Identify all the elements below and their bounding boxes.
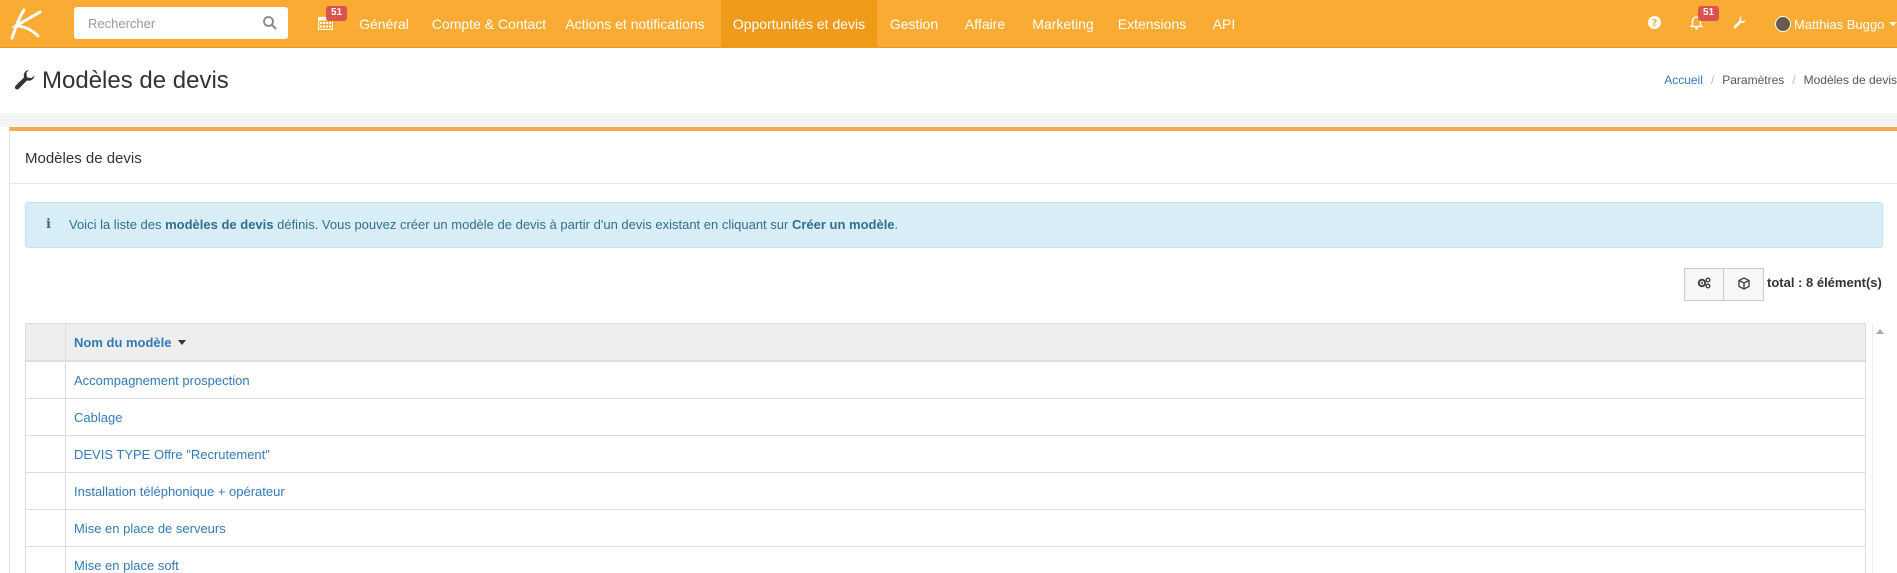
breadcrumb-separator: / <box>1792 73 1796 87</box>
column-settings-button[interactable] <box>1684 268 1724 301</box>
template-link[interactable]: Accompagnement prospection <box>74 362 250 398</box>
row-select-cell <box>26 399 66 435</box>
info-icon: i <box>46 217 51 232</box>
column-header-nom-modele[interactable]: Nom du modèle <box>74 324 186 360</box>
row-select-cell <box>26 473 66 509</box>
nav-affaire[interactable]: Affaire <box>953 0 1017 48</box>
nav-extensions[interactable]: Extensions <box>1114 0 1190 48</box>
wrench-icon <box>1733 15 1747 33</box>
scroll-up-icon[interactable] <box>1876 329 1884 334</box>
question-circle-icon: ? <box>1647 16 1661 32</box>
table-toolbar <box>1684 268 1764 301</box>
content-background <box>0 113 1897 127</box>
row-select-cell <box>26 547 66 573</box>
breadcrumb-separator: / <box>1710 73 1715 87</box>
search-input[interactable] <box>74 7 254 39</box>
templates-table: Nom du modèle Accompagnement prospection… <box>25 323 1866 573</box>
panel-heading: Modèles de devis <box>10 131 1897 184</box>
breadcrumb-accueil[interactable]: Accueil <box>1664 73 1703 87</box>
nav-opportunites-devis[interactable]: Opportunités et devis <box>721 0 877 48</box>
template-link[interactable]: Installation téléphonique + opérateur <box>74 473 285 509</box>
nav-marketing[interactable]: Marketing <box>1024 0 1102 48</box>
row-select-cell <box>26 510 66 546</box>
template-link[interactable]: Cablage <box>74 399 122 435</box>
table-row: Cablage <box>26 399 1865 436</box>
table-row: Mise en place de serveurs <box>26 510 1865 547</box>
sort-desc-icon <box>177 339 186 345</box>
cube-icon <box>1737 276 1750 293</box>
page-header: Modèles de devis Accueil / Paramètres / Modè… <box>0 49 1897 113</box>
user-name: Matthias Buggo <box>1794 16 1885 32</box>
nav-api[interactable]: API <box>1203 0 1245 48</box>
breadcrumb-current: Modèles de devis <box>1803 73 1897 87</box>
template-link[interactable]: Mise en place de serveurs <box>74 510 226 546</box>
table-header: Nom du modèle <box>26 324 1865 362</box>
template-link[interactable]: Mise en place soft <box>74 547 179 573</box>
template-link[interactable]: DEVIS TYPE Offre "Recrutement" <box>74 436 270 472</box>
templates-panel: Modèles de devis i Voici la liste des mo… <box>9 127 1897 573</box>
nav-actions-notifications[interactable]: Actions et notifications <box>558 0 712 48</box>
info-text: Voici la liste des modèles de devis défi… <box>69 217 899 232</box>
table-row: Mise en place soft <box>26 547 1865 573</box>
table-row: DEVIS TYPE Offre "Recrutement" <box>26 436 1865 473</box>
table-scrollbar[interactable] <box>1872 323 1886 573</box>
page-title: Modèles de devis <box>14 67 229 95</box>
export-button[interactable] <box>1724 268 1764 301</box>
page-title-text: Modèles de devis <box>42 67 229 94</box>
breadcrumb: Accueil / Paramètres / Modèles de devis <box>1664 73 1897 87</box>
settings-button[interactable] <box>1730 0 1750 48</box>
wrench-icon <box>14 70 36 92</box>
search-icon[interactable] <box>262 15 278 31</box>
table-row: Installation téléphonique + opérateur <box>26 473 1865 510</box>
search-box <box>74 7 288 39</box>
avatar <box>1775 16 1791 32</box>
logo-icon[interactable] <box>6 6 46 42</box>
total-count: total : 8 élément(s) <box>1767 275 1882 290</box>
svg-text:?: ? <box>1651 18 1657 29</box>
info-alert: i Voici la liste des modèles de devis dé… <box>25 202 1883 248</box>
chevron-down-icon <box>1889 22 1897 26</box>
help-button[interactable]: ? <box>1644 0 1664 48</box>
table-row: Accompagnement prospection <box>26 362 1865 399</box>
panel-title: Modèles de devis <box>25 150 142 167</box>
calendar-badge: 51 <box>326 6 348 21</box>
nav-gestion[interactable]: Gestion <box>881 0 947 48</box>
gears-icon <box>1697 277 1711 292</box>
nav-general[interactable]: Général <box>350 0 418 48</box>
select-column-header <box>26 324 66 360</box>
top-navbar: 51 Général Compte & Contact Actions et n… <box>0 0 1897 48</box>
breadcrumb-parametres[interactable]: Paramètres <box>1722 73 1784 87</box>
row-select-cell <box>26 362 66 398</box>
nav-compte-contact[interactable]: Compte & Contact <box>424 0 554 48</box>
row-select-cell <box>26 436 66 472</box>
notification-badge: 51 <box>1698 6 1720 21</box>
user-menu[interactable]: Matthias Buggo <box>1775 0 1897 48</box>
